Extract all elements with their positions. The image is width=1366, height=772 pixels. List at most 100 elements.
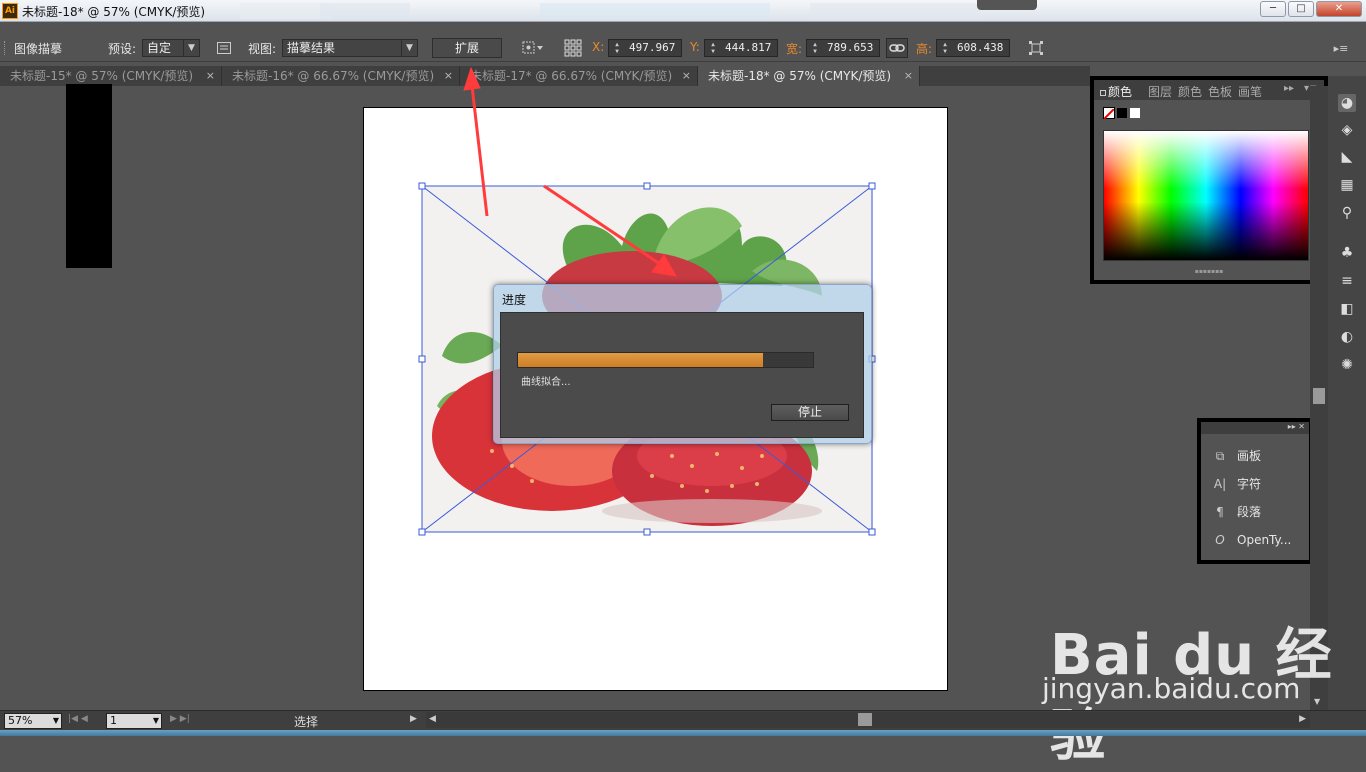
- height-value: 608.438: [957, 41, 1004, 54]
- black-rectangle-object[interactable]: [66, 84, 112, 268]
- document-tab[interactable]: 未标题-16* @ 66.67% (CMYK/预览) ×: [222, 66, 460, 86]
- window-title: 未标题-18* @ 57% (CMYK/预览): [22, 5, 206, 19]
- preset-label: 预设:: [108, 42, 137, 56]
- zoom-value: 57%: [8, 714, 33, 727]
- color-guide-icon[interactable]: ◣: [1338, 148, 1356, 166]
- close-icon[interactable]: ×: [904, 66, 913, 86]
- transform-bounding-icon[interactable]: [1026, 39, 1046, 57]
- panel-resize-grip[interactable]: ▪▪▪▪▪▪▪: [1094, 268, 1324, 276]
- resize-handle[interactable]: [643, 528, 651, 536]
- preset-value: 自定: [147, 41, 172, 55]
- color-panel: 颜色 图层 颜色 色板 画笔 ▸▸ ▾≡ ▪▪▪▪▪▪▪: [1090, 76, 1328, 284]
- resize-handle[interactable]: [418, 182, 426, 190]
- close-window-button[interactable]: ✕: [1316, 1, 1362, 17]
- document-tab-label: 未标题-15* @ 57% (CMYK/预览): [10, 69, 194, 83]
- character-panel-item[interactable]: A| 字符: [1211, 474, 1261, 494]
- black-swatch[interactable]: [1116, 107, 1128, 119]
- width-field[interactable]: ▲ ▼ 789.653: [806, 39, 880, 57]
- panel-collapse-icon[interactable]: ▸▸: [1288, 422, 1296, 431]
- minimize-button[interactable]: ─: [1260, 1, 1286, 17]
- artboard-number-dropdown[interactable]: 1 ▼: [106, 713, 162, 729]
- stop-button[interactable]: 停止: [771, 404, 849, 421]
- transparency-icon[interactable]: ◐: [1338, 328, 1356, 346]
- control-bar-spacer: [0, 22, 1366, 34]
- next-artboard-icon[interactable]: ▶ ▶|: [170, 714, 190, 724]
- tab-label: 颜色: [1108, 85, 1133, 99]
- appearance-icon[interactable]: ✺: [1338, 356, 1356, 374]
- document-tab[interactable]: 未标题-17* @ 66.67% (CMYK/预览) ×: [460, 66, 698, 86]
- zoom-dropdown[interactable]: 57% ▼: [4, 713, 62, 729]
- artboards-panel-item[interactable]: ⧉ 画板: [1211, 446, 1261, 466]
- close-icon[interactable]: ×: [206, 66, 215, 86]
- artboard-number: 1: [110, 714, 117, 727]
- progress-status-text: 曲线拟合...: [521, 377, 571, 388]
- scrollbar-thumb[interactable]: [1313, 388, 1325, 404]
- control-bar-grip[interactable]: [4, 41, 7, 55]
- scroll-right-icon[interactable]: ▶: [1299, 714, 1306, 724]
- taskbar-preview-tab: [977, 0, 1037, 10]
- close-icon[interactable]: ✕: [1298, 422, 1305, 431]
- close-icon[interactable]: ×: [682, 66, 691, 86]
- stepper-icon[interactable]: ▲ ▼: [611, 41, 623, 55]
- symbols-icon[interactable]: ♣: [1338, 244, 1356, 262]
- resize-handle[interactable]: [868, 182, 876, 190]
- x-field[interactable]: ▲ ▼ 497.967: [608, 39, 682, 57]
- stepper-icon[interactable]: ▲ ▼: [939, 41, 951, 55]
- color-panel-tab-brushes[interactable]: 画笔: [1238, 83, 1262, 100]
- resize-handle[interactable]: [418, 528, 426, 536]
- background-tab: [810, 3, 980, 19]
- scroll-left-icon[interactable]: ◀: [429, 714, 436, 724]
- watermark-url: jingyan.baidu.com: [1042, 672, 1301, 705]
- color-panel-tab-layers[interactable]: 图层: [1148, 83, 1172, 100]
- stepper-icon[interactable]: ▲ ▼: [809, 41, 821, 55]
- first-artboard-icon[interactable]: |◀ ◀: [68, 714, 88, 724]
- reference-point-dropdown-icon[interactable]: [520, 39, 546, 57]
- x-value: 497.967: [629, 41, 676, 54]
- resize-handle[interactable]: [643, 182, 651, 190]
- preset-dropdown[interactable]: 自定 ▼: [142, 39, 200, 57]
- document-tab-active[interactable]: 未标题-18* @ 57% (CMYK/预览) ×: [698, 66, 920, 86]
- type-item-label: 画板: [1237, 449, 1262, 463]
- none-swatch[interactable]: [1103, 107, 1115, 120]
- stepper-icon[interactable]: ▲ ▼: [707, 41, 719, 55]
- reference-point-grid-icon[interactable]: [563, 38, 583, 58]
- scrollbar-thumb[interactable]: [858, 713, 872, 726]
- brushes-icon[interactable]: ⚲: [1338, 204, 1356, 222]
- status-menu-icon[interactable]: ▶: [410, 714, 417, 724]
- background-tab: [540, 3, 770, 19]
- control-bar-menu-icon[interactable]: ▸≡: [1332, 40, 1350, 56]
- resize-handle[interactable]: [418, 355, 426, 363]
- type-item-label: 字符: [1237, 477, 1262, 491]
- swatches-icon[interactable]: ▦: [1338, 176, 1356, 194]
- trace-options-icon[interactable]: [216, 40, 232, 56]
- white-swatch[interactable]: [1129, 107, 1141, 119]
- background-tab: [240, 3, 330, 19]
- paragraph-panel-item[interactable]: ¶ 段落: [1211, 502, 1261, 522]
- artboard-icon: ⧉: [1215, 449, 1225, 463]
- opentype-panel-item[interactable]: O OpenTy...: [1211, 530, 1291, 550]
- layers-icon[interactable]: ◈: [1338, 121, 1356, 139]
- height-field[interactable]: ▲ ▼ 608.438: [936, 39, 1010, 57]
- width-label: 宽:: [786, 42, 803, 56]
- panel-collapse-icon[interactable]: ▸▸: [1284, 83, 1294, 94]
- horizontal-scrollbar[interactable]: ◀ ▶: [426, 712, 1310, 728]
- control-bar: [0, 34, 1366, 62]
- type-panel-header[interactable]: ▸▸ ✕: [1201, 422, 1309, 434]
- gradient-icon[interactable]: ◧: [1338, 300, 1356, 318]
- color-palette-icon[interactable]: ◕: [1338, 94, 1356, 112]
- expand-button[interactable]: 扩展: [432, 38, 502, 58]
- close-icon[interactable]: ×: [444, 66, 453, 86]
- resize-handle[interactable]: [868, 528, 876, 536]
- y-field[interactable]: ▲ ▼ 444.817: [704, 39, 778, 57]
- constrain-proportions-link-icon[interactable]: [886, 38, 908, 58]
- color-panel-tab-swatches[interactable]: 色板: [1208, 83, 1232, 100]
- image-trace-panel-name[interactable]: 图像描摹: [14, 40, 62, 57]
- color-panel-tab-color[interactable]: 颜色: [1100, 83, 1132, 100]
- color-spectrum[interactable]: [1103, 130, 1309, 261]
- document-tab[interactable]: 未标题-15* @ 57% (CMYK/预览) ×: [0, 66, 222, 86]
- maximize-button[interactable]: □: [1288, 1, 1314, 17]
- color-panel-tab-color-guide[interactable]: 颜色: [1178, 83, 1202, 100]
- type-panel: ▸▸ ✕ ⧉ 画板 A| 字符 ¶ 段落 O OpenTy...: [1197, 418, 1313, 564]
- view-dropdown[interactable]: 描摹结果 ▼: [282, 39, 418, 57]
- stroke-icon[interactable]: ≡: [1338, 272, 1356, 290]
